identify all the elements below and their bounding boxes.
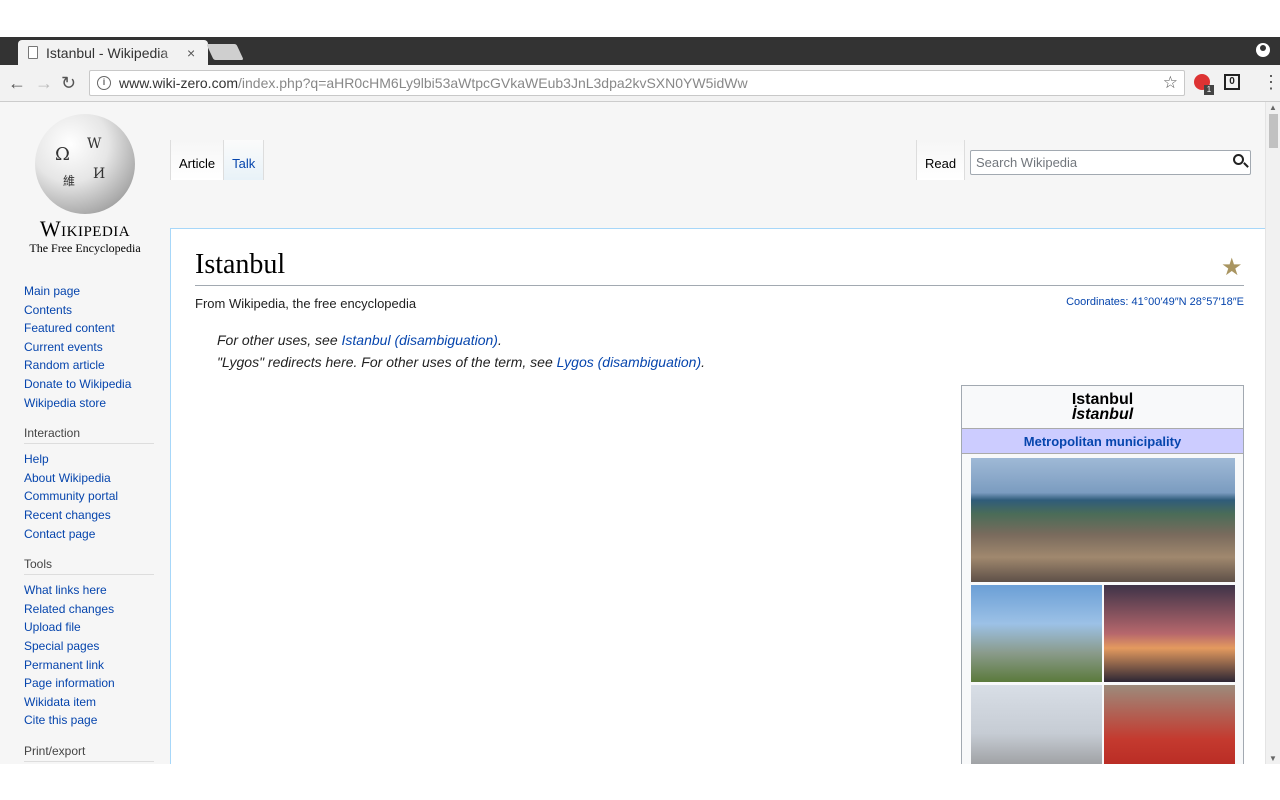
address-bar[interactable]: i www.wiki-zero.com/index.php?q=aHR0cHM6… xyxy=(89,70,1185,96)
sidebar-heading-tools: Tools xyxy=(24,557,154,576)
search-input[interactable]: Search Wikipedia xyxy=(970,150,1251,175)
sidebar-link-what-links-here[interactable]: What links here xyxy=(24,581,154,600)
browser-menu-icon[interactable]: ⋮ xyxy=(1262,72,1280,93)
infobox-photo-hagia-sophia[interactable] xyxy=(971,585,1102,682)
browser-tabbar: Istanbul - Wikipedia × xyxy=(0,37,1280,65)
document-icon xyxy=(28,46,38,59)
hatnote-text: For other uses, see xyxy=(217,332,342,348)
sidebar-interaction: Help About Wikipedia Community portal Re… xyxy=(24,450,154,543)
bookmark-star-icon[interactable]: ☆ xyxy=(1163,73,1178,93)
page-tabs: Article Talk Read xyxy=(170,140,966,180)
coordinates-value[interactable]: 41°00′49″N 28°57′18″E xyxy=(1132,296,1244,308)
page-scrollbar[interactable]: ▲ ▼ xyxy=(1265,102,1280,764)
forward-icon[interactable]: → xyxy=(35,73,53,93)
page-viewport: Ω W 維 И Wikipedia The Free Encyclopedia … xyxy=(0,102,1280,764)
new-tab-button[interactable] xyxy=(206,44,244,60)
infobox-native-name: İstanbul xyxy=(1071,406,1134,423)
top-strip xyxy=(0,0,1280,37)
wikipedia-tagline: The Free Encyclopedia xyxy=(29,241,141,255)
site-subtitle: From Wikipedia, the free encyclopedia xyxy=(195,296,417,311)
scroll-up-icon[interactable]: ▲ xyxy=(1269,103,1277,112)
title-divider xyxy=(195,285,1244,286)
hatnote-line-2: "Lygos" redirects here. For other uses o… xyxy=(217,352,705,374)
sidebar-navigation: Main page Contents Featured content Curr… xyxy=(24,282,154,412)
wikipedia-logo[interactable]: Ω W 維 И Wikipedia The Free Encyclopedia xyxy=(24,114,146,256)
wikipedia-globe-icon: Ω W 維 И xyxy=(35,114,135,214)
search-placeholder: Search Wikipedia xyxy=(976,155,1078,170)
tab-article[interactable]: Article xyxy=(170,140,225,180)
sidebar-heading-print-export: Print/export xyxy=(24,744,154,762)
hatnote-link-disambiguation[interactable]: Istanbul (disambiguation) xyxy=(342,332,498,348)
sidebar-tools: What links here Related changes Upload f… xyxy=(24,581,154,730)
extension-box-icon[interactable]: 0 xyxy=(1224,74,1240,90)
sidebar-link-donate[interactable]: Donate to Wikipedia xyxy=(24,375,154,394)
scrollbar-thumb[interactable] xyxy=(1269,114,1278,148)
bottom-strip xyxy=(0,764,1280,800)
sidebar-heading-interaction: Interaction xyxy=(24,426,154,445)
url-text: www.wiki-zero.com/index.php?q=aHR0cHM6Ly… xyxy=(119,75,748,91)
sidebar-link-permanent-link[interactable]: Permanent link xyxy=(24,656,154,675)
sidebar-link-page-information[interactable]: Page information xyxy=(24,674,154,693)
tab-close-icon[interactable]: × xyxy=(187,45,195,61)
sidebar-link-related-changes[interactable]: Related changes xyxy=(24,600,154,619)
sidebar-link-recent-changes[interactable]: Recent changes xyxy=(24,506,154,525)
infobox: Istanbul İstanbul Metropolitan municipal… xyxy=(961,385,1244,764)
hatnote: For other uses, see Istanbul (disambigua… xyxy=(217,330,705,373)
sidebar-link-contact[interactable]: Contact page xyxy=(24,525,154,544)
url-path: /index.php?q=aHR0cHM6Ly9lbi53aWtpcGVkaWE… xyxy=(238,75,748,91)
hatnote-text: "Lygos" redirects here. For other uses o… xyxy=(217,353,557,370)
tab-talk[interactable]: Talk xyxy=(224,140,265,180)
sidebar-link-featured-content[interactable]: Featured content xyxy=(24,319,154,338)
infobox-photo-maidens-tower[interactable] xyxy=(1104,585,1235,682)
sidebar-link-contents[interactable]: Contents xyxy=(24,301,154,320)
hatnote-line-1: For other uses, see Istanbul (disambigua… xyxy=(217,330,705,352)
browser-toolbar: ← → ↻ i www.wiki-zero.com/index.php?q=aH… xyxy=(0,65,1280,102)
sidebar-link-store[interactable]: Wikipedia store xyxy=(24,394,154,413)
infobox-photo-tram[interactable] xyxy=(1104,685,1235,764)
sidebar-link-current-events[interactable]: Current events xyxy=(24,338,154,357)
url-domain: www.wiki-zero.com xyxy=(119,75,239,91)
hatnote-link-lygos[interactable]: Lygos (disambiguation) xyxy=(557,354,702,370)
infobox-photo-mosque[interactable] xyxy=(971,685,1102,764)
infobox-photo-skyline[interactable] xyxy=(971,458,1235,582)
sidebar-link-upload-file[interactable]: Upload file xyxy=(24,618,154,637)
sidebar: Main page Contents Featured content Curr… xyxy=(24,282,154,764)
hatnote-text: . xyxy=(497,332,502,348)
infobox-title-text: Istanbul xyxy=(1071,391,1134,408)
coordinates[interactable]: Coordinates: 41°00′49″N 28°57′18″E xyxy=(1066,296,1244,308)
sidebar-link-random-article[interactable]: Random article xyxy=(24,356,154,375)
coordinates-label: Coordinates: xyxy=(1066,296,1129,308)
wikipedia-wordmark: Wikipedia xyxy=(39,216,131,241)
sidebar-link-help[interactable]: Help xyxy=(24,450,154,469)
tab-read[interactable]: Read xyxy=(916,140,966,180)
scroll-down-icon[interactable]: ▼ xyxy=(1269,754,1277,763)
sidebar-link-special-pages[interactable]: Special pages xyxy=(24,637,154,656)
reload-icon[interactable]: ↻ xyxy=(61,73,76,93)
article-content: Istanbul ★ From Wikipedia, the free ency… xyxy=(170,228,1266,764)
tab-title: Istanbul - Wikipedia xyxy=(46,44,169,61)
profile-icon[interactable] xyxy=(1256,43,1270,57)
infobox-title: Istanbul İstanbul xyxy=(962,391,1243,423)
sidebar-link-wikidata-item[interactable]: Wikidata item xyxy=(24,693,154,712)
watch-star-icon[interactable]: ★ xyxy=(1221,253,1243,282)
browser-tab[interactable]: Istanbul - Wikipedia × xyxy=(18,40,208,65)
info-icon[interactable]: i xyxy=(97,76,111,90)
sidebar-link-community-portal[interactable]: Community portal xyxy=(24,487,154,506)
back-icon[interactable]: ← xyxy=(8,73,26,93)
sidebar-link-cite-page[interactable]: Cite this page xyxy=(24,711,154,730)
sidebar-link-about[interactable]: About Wikipedia xyxy=(24,469,154,488)
page-title: Istanbul xyxy=(195,249,286,280)
extension-badge: 1 xyxy=(1204,85,1214,95)
sidebar-link-main-page[interactable]: Main page xyxy=(24,282,154,301)
hatnote-text: . xyxy=(701,353,706,370)
search-icon[interactable] xyxy=(1233,154,1244,165)
infobox-type-link[interactable]: Metropolitan municipality xyxy=(962,428,1243,454)
